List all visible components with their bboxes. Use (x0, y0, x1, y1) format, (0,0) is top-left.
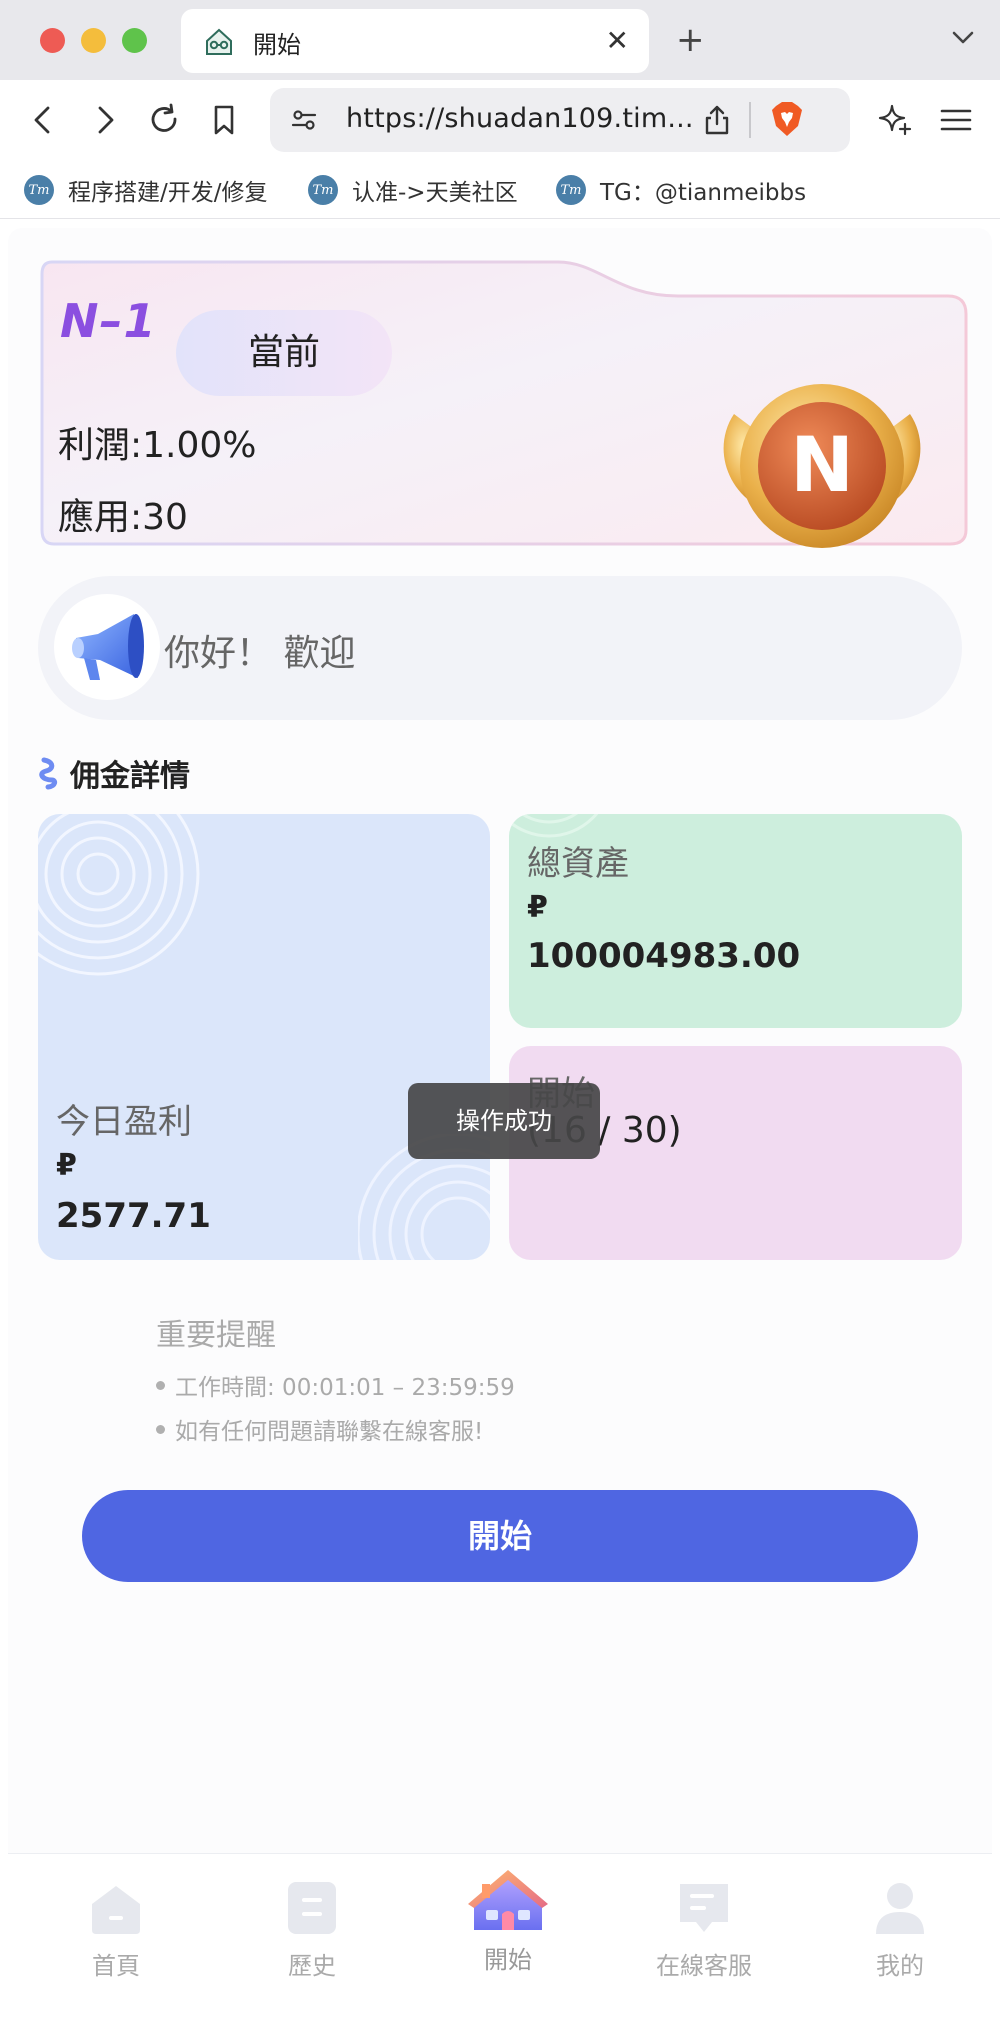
browser-tab-bar: 開始 ✕ + (0, 0, 1000, 80)
commission-section-title: 佣金詳情 (38, 748, 190, 798)
nav-label: 歷史 (288, 1952, 336, 1980)
total-assets-value: 100004983.00 (527, 936, 801, 976)
vip-level-card: N–1 當前 利潤:1.00% 應用:30 N (38, 258, 972, 548)
bookmark-label: 程序搭建/开发/修复 (68, 180, 268, 206)
chevron-down-icon[interactable] (950, 24, 976, 50)
nav-item-support[interactable]: 在線客服 (624, 1872, 784, 2002)
ripple-decoration (38, 814, 200, 976)
level-name: N–1 (60, 294, 157, 348)
tianmei-logo-icon: Tm (556, 175, 586, 205)
tianmei-logo-icon: Tm (308, 175, 338, 205)
divider (749, 102, 751, 138)
maximize-window-button[interactable] (122, 28, 147, 53)
section-title-text: 佣金詳情 (70, 759, 190, 794)
level-profit-rate: 利潤:1.00% (58, 425, 257, 466)
bookmarks-bar: Tm 程序搭建/开发/修复 Tm 认准->天美社区 Tm TG：@tianmei… (0, 161, 1000, 219)
tab-title: 開始 (253, 31, 301, 59)
close-tab-icon[interactable]: ✕ (606, 23, 629, 59)
chat-icon (680, 1884, 728, 1932)
tianmei-logo-icon: Tm (24, 175, 54, 205)
nav-item-home[interactable]: 首頁 (36, 1872, 196, 2002)
page-content: N–1 當前 利潤:1.00% 應用:30 N 你好！ 歡迎 佣金詳情 今日盈利… (8, 228, 992, 2020)
nav-label: 我的 (876, 1952, 924, 1980)
currency-symbol: ₽ (527, 890, 548, 925)
minimize-window-button[interactable] (81, 28, 106, 53)
reminder-item-text: 如有任何問題請聯繫在線客服! (175, 1419, 484, 1445)
megaphone-icon (54, 594, 160, 700)
nav-item-profile[interactable]: 我的 (820, 1872, 980, 2002)
browser-toolbar: https://shuadan109.tim... (0, 80, 1000, 161)
user-icon (876, 1883, 924, 1934)
today-profit-card: 今日盈利 ₽ 2577.71 (38, 814, 490, 1260)
reminder-title: 重要提醒 (156, 1318, 276, 1353)
nav-item-history[interactable]: 歷史 (232, 1872, 392, 2002)
site-favicon-icon (206, 28, 232, 55)
site-settings-icon[interactable] (290, 106, 318, 134)
bookmark-item[interactable]: Tm 认准->天美社区 (308, 173, 518, 207)
bookmark-label: 认准->天美社区 (352, 180, 518, 206)
home-icon (92, 1886, 140, 1934)
badge-letter: N (790, 420, 854, 509)
nav-label: 開始 (484, 1946, 532, 1974)
bottom-navigation: 首頁 歷史 開始 在線客服 我的 (8, 1853, 992, 2020)
url-text: https://shuadan109.tim... (346, 103, 694, 134)
forward-icon[interactable] (86, 102, 122, 138)
n-level-medal-icon: N (723, 384, 921, 548)
today-profit-value: 2577.71 (56, 1196, 211, 1236)
address-bar[interactable]: https://shuadan109.tim... (270, 88, 850, 152)
nav-label: 首頁 (92, 1952, 140, 1980)
bookmark-item[interactable]: Tm TG：@tianmeibbs (556, 173, 806, 207)
ai-sparkle-icon[interactable] (877, 102, 913, 138)
house-colored-icon (468, 1870, 548, 1930)
level-app-count: 應用:30 (58, 497, 188, 538)
back-icon[interactable] (26, 102, 62, 138)
welcome-notice: 你好！ 歡迎 (38, 576, 962, 720)
browser-tab[interactable]: 開始 ✕ (181, 9, 649, 73)
success-toast: 操作成功 (408, 1083, 600, 1159)
reminder-item: 如有任何問題請聯繫在線客服! (156, 1412, 515, 1446)
start-button[interactable]: 開始 (82, 1490, 918, 1582)
bookmark-icon[interactable] (206, 102, 242, 138)
history-icon (288, 1882, 336, 1934)
close-window-button[interactable] (40, 28, 65, 53)
currency-symbol: ₽ (56, 1148, 77, 1183)
reload-icon[interactable] (146, 102, 182, 138)
menu-icon[interactable] (938, 102, 974, 138)
nav-label: 在線客服 (656, 1952, 752, 1980)
bookmark-item[interactable]: Tm 程序搭建/开发/修复 (24, 173, 268, 207)
nav-item-start[interactable]: 開始 (428, 1870, 588, 2002)
welcome-text: 你好！ 歡迎 (164, 633, 356, 674)
bookmark-label: TG：@tianmeibbs (600, 180, 807, 206)
reminder-item-text: 工作時間: 00:01:01 – 23:59:59 (175, 1375, 515, 1401)
important-reminder: 重要提醒 工作時間: 00:01:01 – 23:59:59 如有任何問題請聯繫… (156, 1310, 515, 1456)
brave-shields-icon[interactable] (770, 100, 804, 138)
new-tab-icon[interactable]: + (676, 18, 705, 62)
total-assets-label: 總資產 (527, 844, 629, 884)
current-level-badge: 當前 (176, 310, 392, 396)
reminder-item: 工作時間: 00:01:01 – 23:59:59 (156, 1368, 515, 1402)
share-icon[interactable] (702, 104, 732, 136)
today-profit-label: 今日盈利 (56, 1102, 192, 1142)
total-assets-card: 總資產 ₽ 100004983.00 (509, 814, 962, 1028)
wave-accent-icon (39, 757, 58, 790)
